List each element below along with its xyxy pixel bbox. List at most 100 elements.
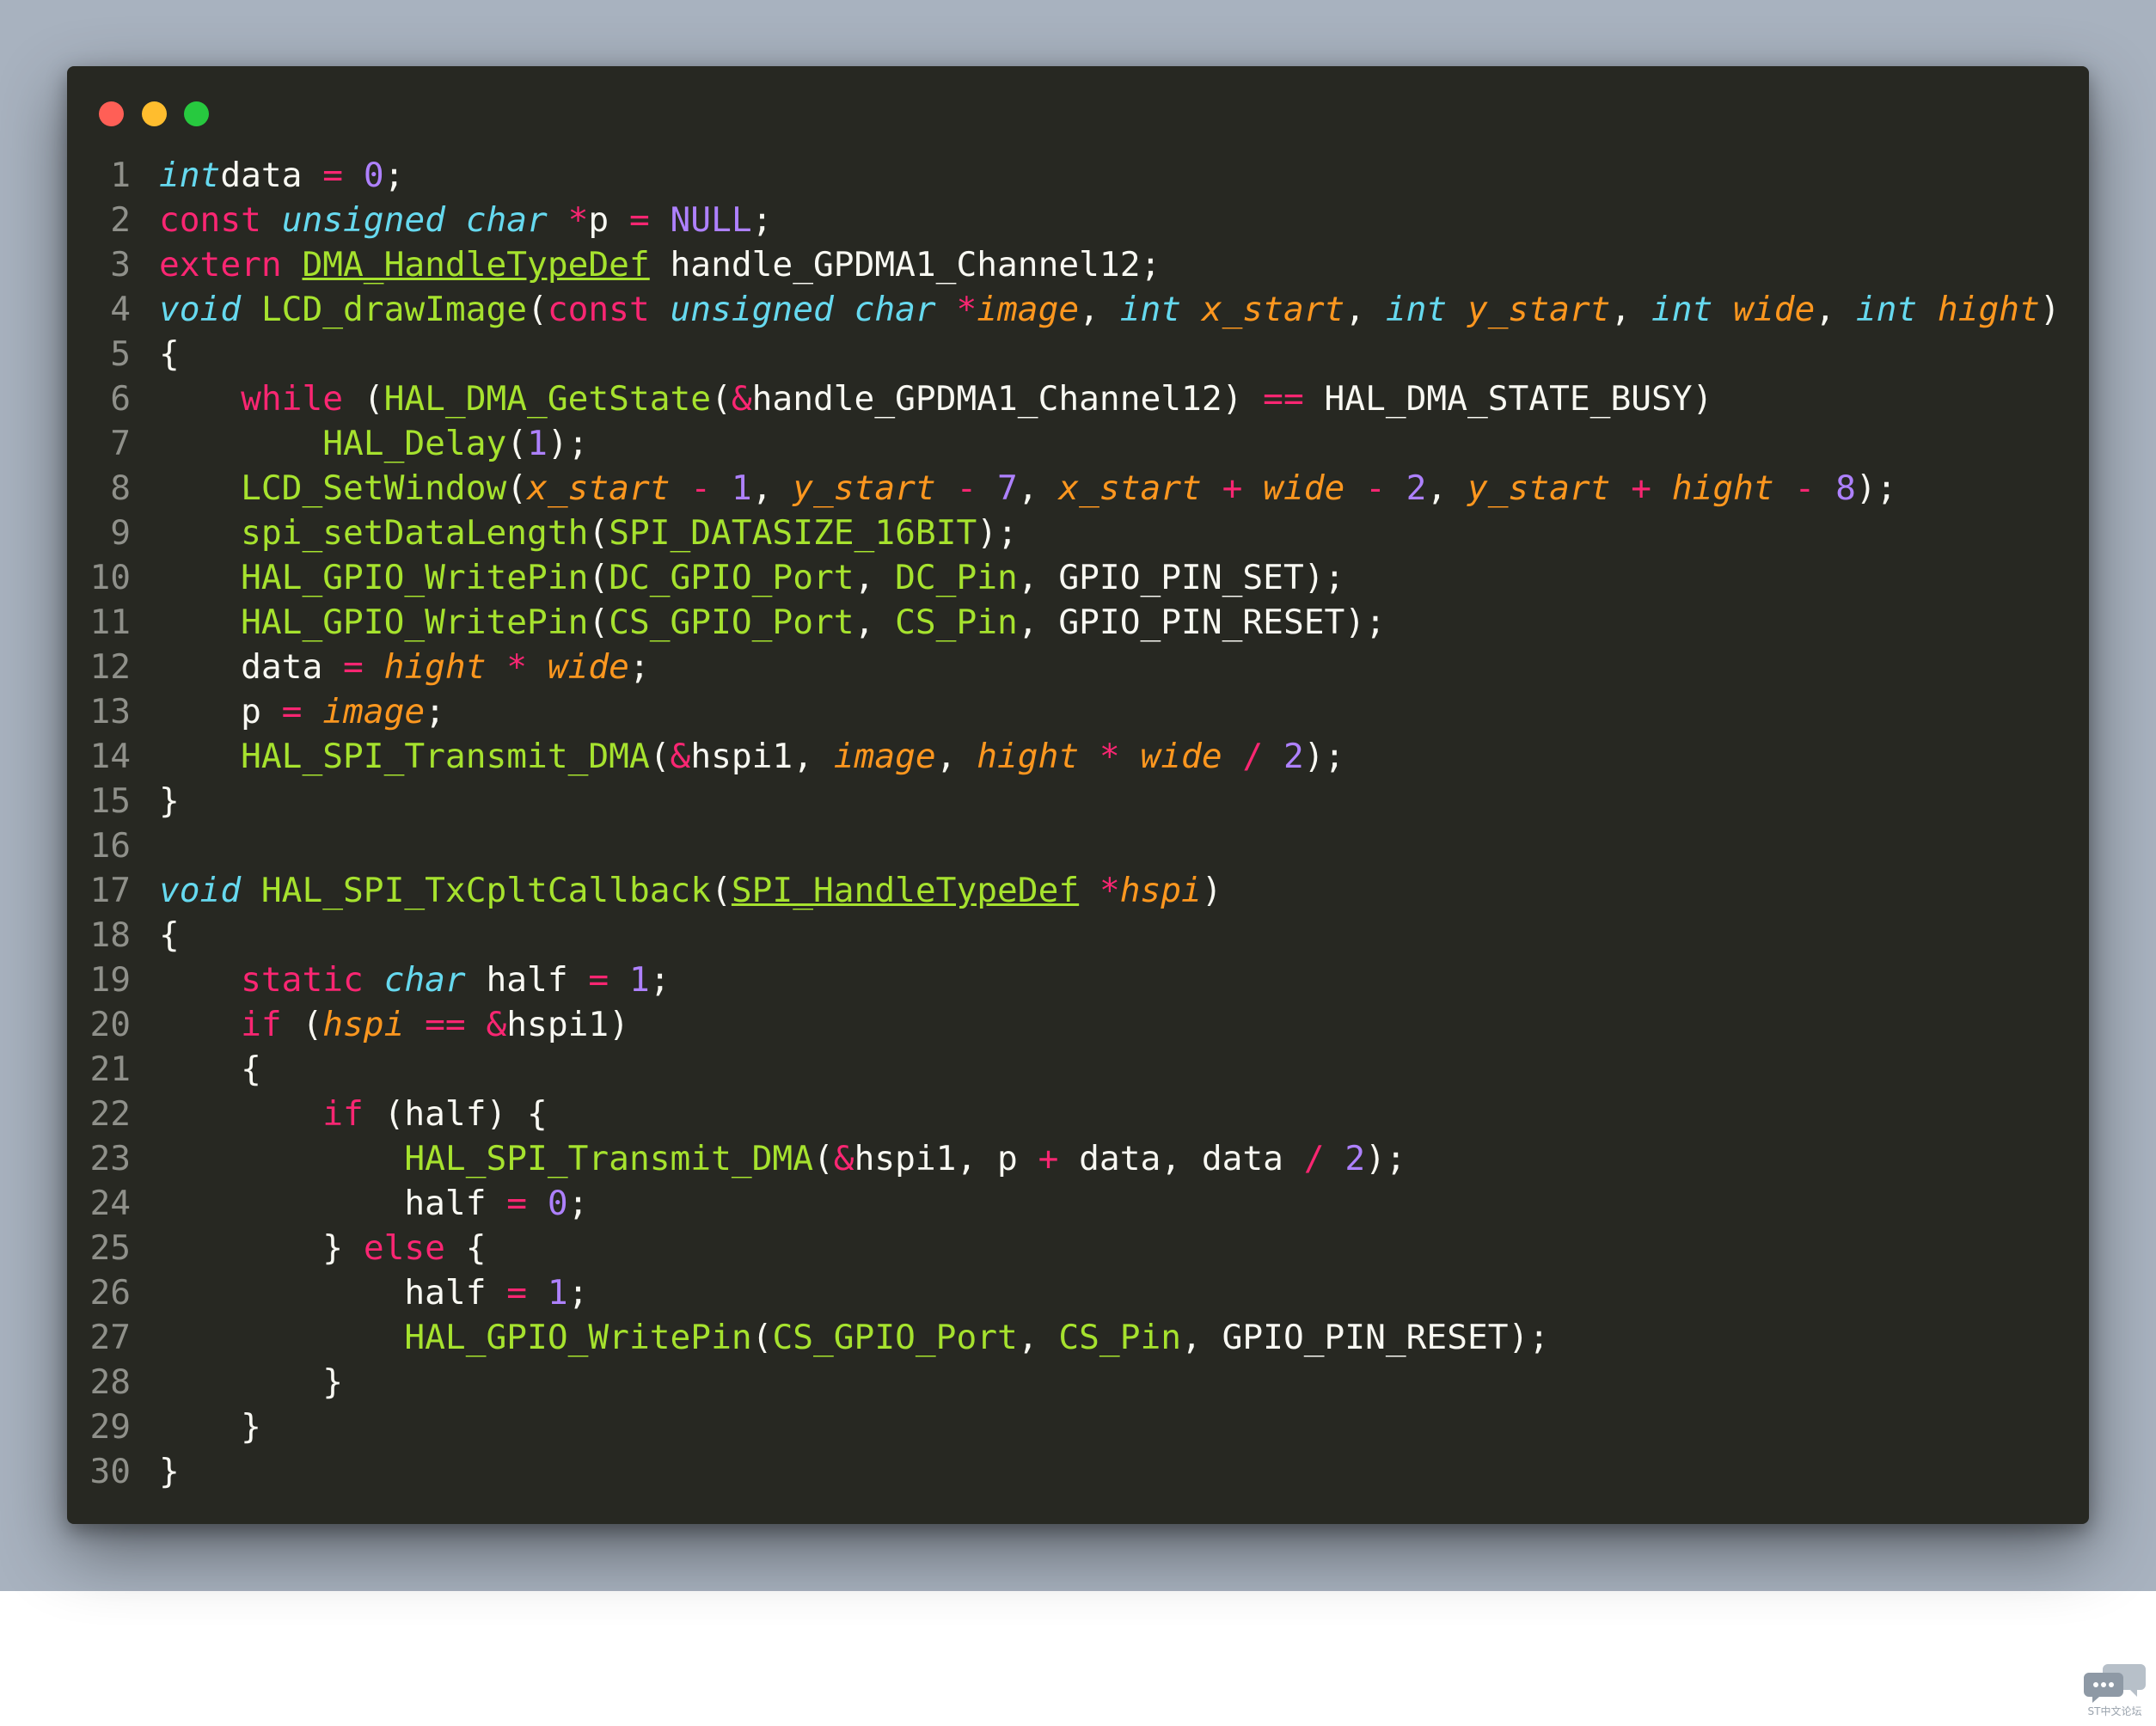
code-token: } (159, 1452, 180, 1491)
code-text: { (159, 913, 180, 958)
code-line: 27 HAL_GPIO_WritePin(CS_GPIO_Port, CS_Pi… (67, 1315, 2089, 1360)
code-token: ( (343, 379, 384, 419)
line-number: 14 (89, 737, 131, 776)
code-line: 7 HAL_Delay(1); (67, 421, 2089, 466)
code-token: = (567, 960, 629, 1000)
code-token: const (159, 200, 261, 240)
code-block: 1 intdata = 0; 2 const unsigned char *p = N… (67, 153, 2089, 1494)
code-token: p (159, 692, 261, 731)
code-token: DMA_HandleTypeDef (302, 245, 650, 285)
code-token: ); (977, 513, 1018, 553)
code-token: 0 (547, 1184, 568, 1223)
code-text: data = hight * wide; (159, 645, 650, 689)
code-token: LCD_SetWindow (241, 468, 507, 508)
code-token: wide (1733, 290, 1816, 329)
code-token: ( (711, 379, 732, 419)
code-token: 2 (1283, 737, 1304, 776)
code-token: , (751, 468, 793, 508)
code-text: if (half) { (159, 1092, 548, 1136)
code-token: hspi1) (506, 1005, 629, 1044)
code-token: & (833, 1139, 854, 1178)
code-token: half (159, 1273, 487, 1313)
code-line: 25 } else { (67, 1226, 2089, 1270)
code-token: == (1242, 379, 1325, 419)
code-line: 2 const unsigned char *p = NULL; (67, 198, 2089, 242)
code-token: + (1201, 468, 1264, 508)
line-number: 8 (110, 468, 131, 508)
code-token: wide (1263, 468, 1345, 508)
code-token: HAL_SPI_Transmit_DMA (404, 1139, 813, 1178)
code-token: } (159, 1228, 364, 1268)
code-token: * (567, 200, 589, 240)
code-token: spi_setDataLength (241, 513, 589, 553)
code-token: image (977, 290, 1080, 329)
minimize-button[interactable] (142, 101, 167, 126)
code-token: * (1099, 871, 1120, 910)
code-token: SPI_HandleTypeDef (731, 871, 1080, 910)
code-text: HAL_Delay(1); (159, 421, 588, 466)
code-token: DC_GPIO_Port (609, 558, 854, 597)
code-token: handle_GPDMA1_Channel12) (751, 379, 1243, 419)
code-token: { (159, 915, 180, 955)
code-token: 1 (527, 424, 548, 463)
code-token: = (486, 1273, 548, 1313)
code-line: 17 void HAL_SPI_TxCpltCallback(SPI_Handle… (67, 868, 2089, 913)
code-line: 19 static char half = 1; (67, 958, 2089, 1002)
forum-watermark: ST中文论坛 (2080, 1661, 2149, 1721)
code-token: 1 (628, 960, 650, 1000)
code-token: = (322, 647, 384, 687)
line-number: 12 (89, 647, 131, 687)
code-token: const (547, 290, 650, 329)
code-line: 9 spi_setDataLength(SPI_DATASIZE_16BIT); (67, 511, 2089, 555)
code-line: 15} (67, 779, 2089, 823)
code-token: ( (527, 290, 548, 329)
code-token: 7 (997, 468, 1018, 508)
code-text: } (159, 1449, 180, 1494)
code-token: * (486, 647, 548, 687)
line-number: 7 (110, 424, 131, 463)
code-token: } (159, 781, 180, 821)
code-token: SPI_DATASIZE_16BIT (609, 513, 977, 553)
code-token: , (1815, 290, 1856, 329)
code-token: HAL_GPIO_WritePin (241, 603, 589, 642)
code-token: DC_Pin (895, 558, 1018, 597)
code-token: data, data (1079, 1139, 1283, 1178)
code-token: + (1017, 1139, 1080, 1178)
code-text: while (HAL_DMA_GetState(&handle_GPDMA1_C… (159, 376, 1712, 421)
code-token: int (1119, 290, 1182, 329)
code-line: 13 p = image; (67, 689, 2089, 734)
code-line: 28 } (67, 1360, 2089, 1405)
code-token: int (159, 156, 221, 195)
code-token: HAL_GPIO_WritePin (404, 1318, 752, 1357)
watermark-text: ST中文论坛 (2087, 1705, 2142, 1717)
code-line: 26 half = 1; (67, 1270, 2089, 1315)
code-token: ; (383, 156, 405, 195)
code-token: char (465, 200, 548, 240)
code-text: LCD_SetWindow(x_start - 1, y_start - 7, … (159, 466, 1896, 511)
close-button[interactable] (99, 101, 124, 126)
line-number: 16 (89, 826, 131, 866)
code-line: 23 HAL_SPI_Transmit_DMA(&hspi1, p + data… (67, 1136, 2089, 1181)
code-token: y_start (1467, 468, 1611, 508)
maximize-button[interactable] (184, 101, 209, 126)
code-token: HAL_DMA_GetState (383, 379, 712, 419)
code-token: & (731, 379, 752, 419)
code-token: ( (588, 513, 609, 553)
code-token: & (670, 737, 691, 776)
code-token: HAL_Delay (322, 424, 507, 463)
code-token: HAL_GPIO_WritePin (241, 558, 589, 597)
code-text: { (159, 332, 180, 376)
code-text: half = 0; (159, 1181, 588, 1226)
code-line: 20 if (hspi == &hspi1) (67, 1002, 2089, 1047)
code-text: intdata = 0; (159, 153, 404, 198)
code-token: static (241, 960, 364, 1000)
code-token: int (1385, 290, 1448, 329)
